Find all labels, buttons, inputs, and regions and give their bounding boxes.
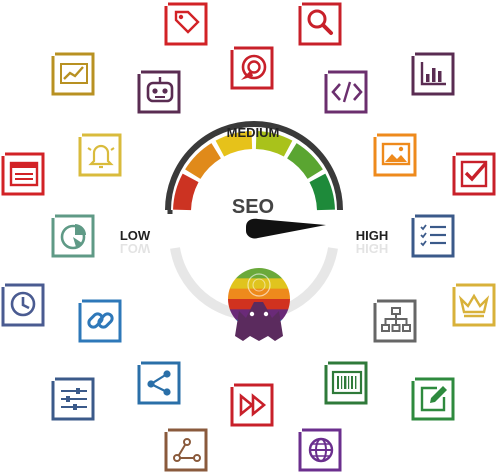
image-icon <box>373 133 417 177</box>
tag-icon <box>164 2 208 46</box>
crown-icon <box>452 283 496 327</box>
search-icon <box>298 2 342 46</box>
bar-chart-icon <box>411 52 455 96</box>
gauge-segment <box>286 143 323 180</box>
trend-chart-icon <box>51 52 95 96</box>
gauge-center-label: SEO <box>232 196 274 218</box>
gauge-label-high: HIGH <box>356 228 389 243</box>
sliders-icon <box>51 377 95 421</box>
checklist-icon <box>411 214 455 258</box>
gauge-label-low: LOW <box>120 228 151 243</box>
bell-icon <box>78 133 122 177</box>
gauge-label-medium: MEDIUM <box>227 125 280 140</box>
sitemap-icon <box>373 299 417 343</box>
svg-text:HIGH: HIGH <box>356 241 389 256</box>
gauge-segment <box>173 173 199 211</box>
svg-text:LOW: LOW <box>120 241 151 256</box>
clock-icon <box>1 283 45 327</box>
logo <box>228 268 290 341</box>
label-reflection: LOW HIGH <box>120 241 388 256</box>
barcode-icon <box>324 361 368 405</box>
browser-window-icon <box>1 152 45 196</box>
gauge-segment <box>185 143 222 180</box>
logo-stripe <box>228 288 290 300</box>
gauge-segment <box>309 173 335 211</box>
globe-icon <box>298 428 342 472</box>
target-click-icon <box>230 46 274 90</box>
workflow-icon <box>164 428 208 472</box>
code-icon <box>324 70 368 114</box>
share-icon <box>137 361 181 405</box>
seo-illustration: MEDIUM LOW HIGH SEO LOW HIGH <box>0 0 500 475</box>
edit-icon <box>411 377 455 421</box>
gauge-segment <box>255 131 293 157</box>
checkbox-icon <box>452 152 496 196</box>
logo-stripe <box>228 278 290 290</box>
fast-forward-icon <box>230 383 274 427</box>
robot-icon <box>137 70 181 114</box>
gauge-segment <box>215 131 253 157</box>
gauge-needle <box>246 218 326 239</box>
link-icon <box>78 299 122 343</box>
pie-chart-icon <box>51 214 95 258</box>
scene: MEDIUM LOW HIGH SEO LOW HIGH <box>1 2 496 472</box>
